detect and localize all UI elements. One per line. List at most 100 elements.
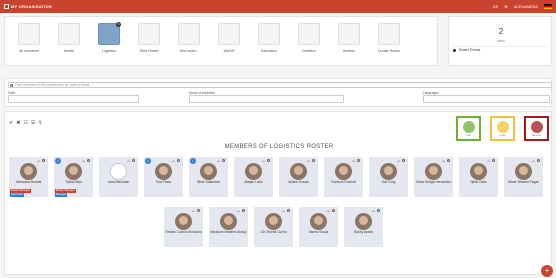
more-icon[interactable]: ••• [372, 209, 375, 213]
more-icon[interactable]: ••• [127, 159, 130, 163]
roster-tile[interactable]: Create Roster [374, 23, 405, 53]
lock-icon[interactable] [222, 159, 225, 162]
roster-events-item[interactable]: Roster Events [453, 46, 547, 52]
add-fab-button[interactable]: + [541, 265, 553, 277]
roster-tile[interactable]: Third Roster [134, 23, 165, 53]
lock-icon[interactable] [332, 209, 335, 212]
member-card[interactable]: ••• Florence Fullcroft [324, 157, 363, 197]
lock-icon[interactable] [177, 159, 180, 162]
search-icon [10, 84, 13, 87]
member-card[interactable]: ••• Renato Cozono Moncalía [164, 207, 203, 247]
avatar [515, 163, 532, 180]
more-icon[interactable]: ••• [237, 209, 240, 213]
avatar [245, 163, 262, 180]
member-card[interactable]: ••• Jana Neumann [99, 157, 138, 197]
more-icon[interactable]: ••• [82, 159, 85, 163]
more-icon[interactable]: ••• [262, 159, 265, 163]
lock-icon[interactable] [87, 159, 90, 162]
edit-icon[interactable]: ✎ [116, 22, 121, 27]
lock-icon[interactable] [287, 209, 290, 212]
user-menu[interactable]: ALEXANDRA [514, 4, 538, 9]
member-name: Nimer Shweka Pagan [508, 180, 539, 184]
action-label: Invite [499, 133, 506, 137]
roster-tile[interactable]: Test roster - [174, 23, 205, 53]
member-card[interactable]: ••• Nimer Shweka Pagan [504, 157, 543, 197]
home-icon[interactable] [4, 4, 9, 9]
member-card[interactable]: ••• Olivia Ortega Hernandez [414, 157, 453, 197]
add-member-button[interactable]: Add [456, 116, 481, 141]
close-icon[interactable]: ✖ [16, 120, 20, 126]
lock-icon[interactable] [357, 159, 360, 162]
lock-icon[interactable] [492, 159, 495, 162]
list-icon[interactable]: ☰ [31, 120, 35, 126]
more-icon[interactable]: ••• [192, 209, 195, 213]
member-card[interactable]: ••• Marjan Lukić [234, 157, 273, 197]
roster-tile[interactable]: Nutrition [294, 23, 325, 53]
member-card[interactable]: ✓ ••• Silvia Valladares [189, 157, 228, 197]
avatar [220, 213, 237, 230]
more-icon[interactable]: ••• [172, 159, 175, 163]
member-card[interactable]: ••• Abraham Martinez Araujo [209, 207, 248, 247]
lock-icon[interactable] [242, 209, 245, 212]
member-card[interactable]: ••• Sun Fong [369, 157, 408, 197]
more-icon[interactable]: ••• [37, 159, 40, 163]
expertise-field[interactable] [189, 95, 344, 103]
member-name: Sun Fong [381, 180, 396, 184]
lock-icon[interactable] [42, 159, 45, 162]
more-icon[interactable]: ••• [352, 159, 355, 163]
lock-icon[interactable] [197, 209, 200, 212]
remove-member-button[interactable]: Remove [524, 116, 549, 141]
more-icon[interactable]: ••• [282, 209, 285, 213]
lock-icon[interactable] [312, 159, 315, 162]
search-input[interactable]: Filter members of this organisation by n… [8, 82, 552, 88]
tile-label: Another [342, 49, 356, 53]
lock-icon[interactable] [537, 159, 540, 162]
tile-label: Test roster - [179, 49, 199, 53]
check-icon[interactable]: ✔ [9, 120, 13, 126]
more-icon[interactable]: ••• [487, 159, 490, 163]
roster-tile[interactable]: Health [54, 23, 85, 53]
member-name: Silvia Valladares [196, 180, 221, 184]
notification-icon[interactable]: ✉ [504, 4, 507, 9]
more-icon[interactable]: ••• [327, 209, 330, 213]
lock-icon[interactable] [267, 159, 270, 162]
member-name: Ciro Rocha Cunha [260, 230, 287, 234]
roster-tile[interactable]: Education [254, 23, 285, 53]
more-icon[interactable]: ••• [397, 159, 400, 163]
roster-tile[interactable]: ✎ Logistics [94, 22, 125, 53]
more-icon[interactable]: ••• [307, 159, 310, 163]
skills-field[interactable] [8, 95, 139, 103]
more-icon[interactable]: ••• [217, 159, 220, 163]
member-card[interactable]: ••• Djello Okito [459, 157, 498, 197]
member-card[interactable]: ••• Juliane Krause [279, 157, 318, 197]
flag-icon [544, 4, 552, 9]
lock-icon[interactable] [132, 159, 135, 162]
member-name: Siseno Sousa [308, 230, 329, 234]
lock-icon[interactable] [402, 159, 405, 162]
org-title: MY ORGANISATION [11, 4, 52, 9]
member-name: Tina Prado [155, 180, 172, 184]
invite-member-button[interactable]: Invite [490, 116, 515, 141]
more-icon[interactable]: ••• [532, 159, 535, 163]
member-card[interactable]: ••• Ciro Rocha Cunha [254, 207, 293, 247]
top-bar: MY ORGANISATION DE ✉ ALEXANDRA [0, 0, 556, 13]
grid-icon[interactable]: ☷ [23, 120, 27, 126]
roster-tile[interactable]: Another [334, 23, 365, 53]
roster-tile[interactable]: All members [14, 23, 45, 53]
lock-icon[interactable] [377, 209, 380, 212]
person-icon [530, 120, 543, 133]
avatar [355, 213, 372, 230]
member-card[interactable]: ✓ ••• Tobias Blau Roster Manager Manager [54, 157, 93, 197]
member-card[interactable]: ••• Siseno Sousa [299, 207, 338, 247]
member-card[interactable]: ••• Bobby Award [344, 207, 383, 247]
member-card[interactable]: ✓ ••• Tina Prado [144, 157, 183, 197]
avatar [65, 163, 82, 180]
languages-field[interactable] [423, 95, 550, 103]
more-icon[interactable]: ••• [442, 159, 445, 163]
member-card[interactable]: ••• Alexandra Burnett Roster Manager Superv… [9, 157, 48, 197]
pin-icon[interactable]: ⚲ [38, 120, 42, 126]
roster-tile[interactable]: WASH [214, 23, 245, 53]
language-selector[interactable]: DE [493, 4, 499, 9]
lock-icon[interactable] [447, 159, 450, 162]
avatar [20, 163, 37, 180]
